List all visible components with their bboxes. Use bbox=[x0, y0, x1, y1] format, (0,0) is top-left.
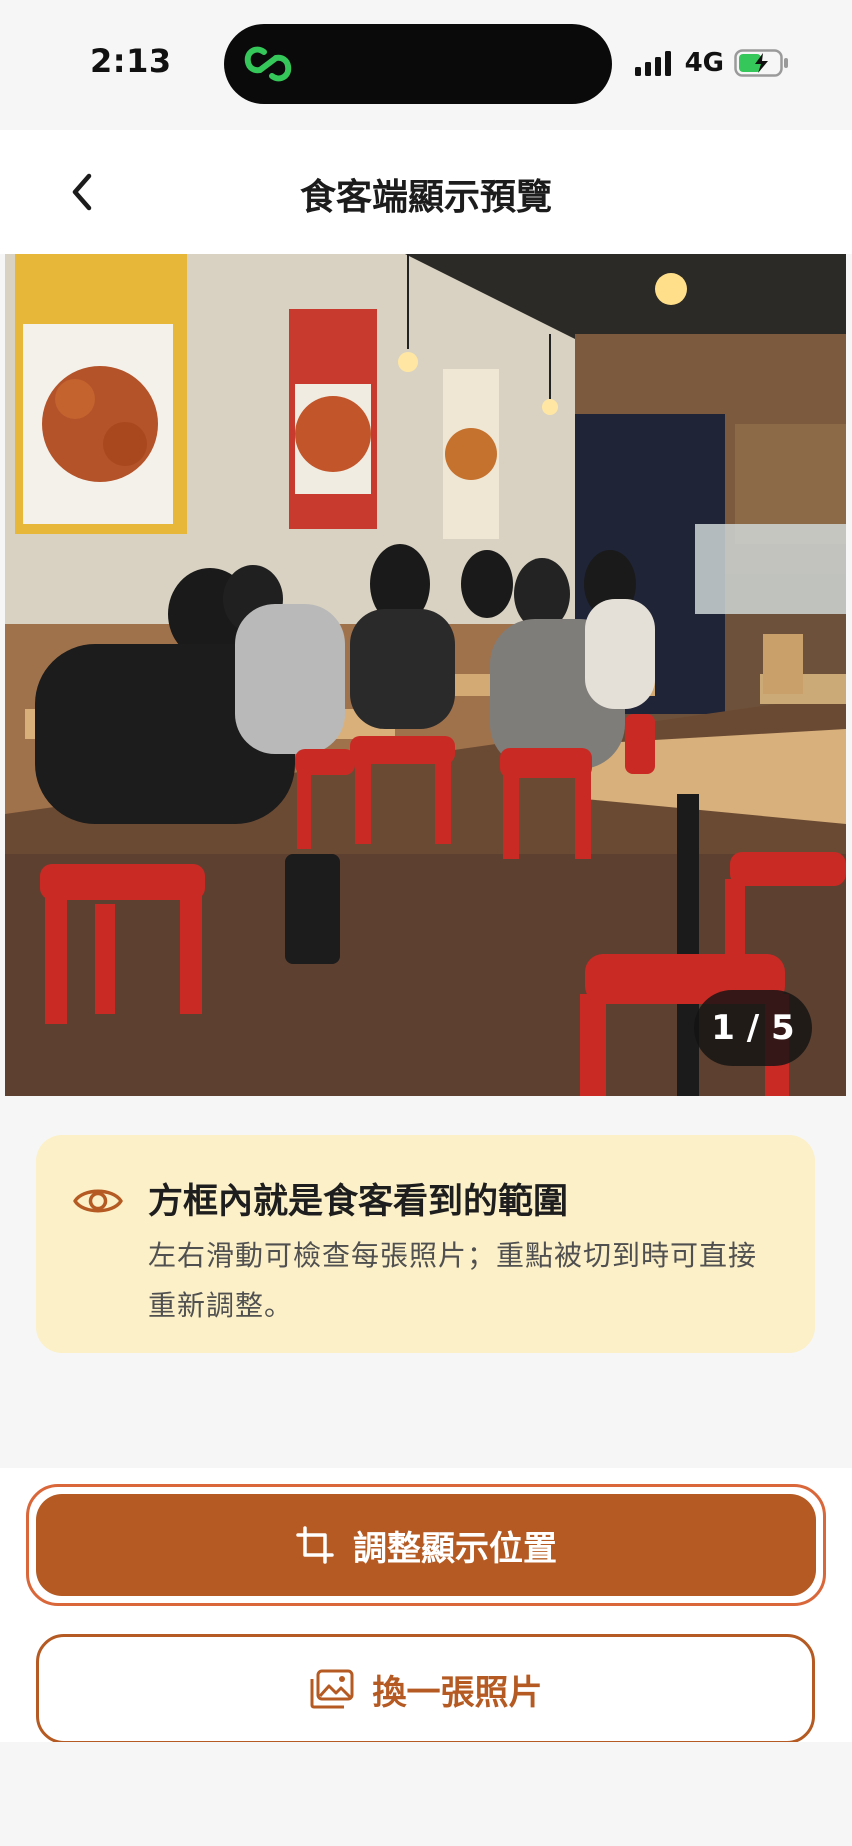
photo-preview[interactable]: 1 / 5 bbox=[5, 254, 846, 1096]
info-card-title: 方框內就是食客看到的範圍 bbox=[148, 1182, 569, 1222]
signal-strength-icon bbox=[634, 50, 671, 76]
bottom-action-area: 調整顯示位置 換一張照片 bbox=[0, 1468, 852, 1744]
status-bar: 2:13 4G bbox=[0, 0, 852, 130]
photo-page-indicator: 1 / 5 bbox=[694, 990, 812, 1066]
crop-icon bbox=[296, 1526, 334, 1564]
dynamic-island bbox=[224, 24, 612, 104]
image-icon bbox=[310, 1669, 353, 1709]
status-indicators: 4G bbox=[634, 48, 790, 78]
network-type: 4G bbox=[684, 48, 724, 78]
info-card: 方框內就是食客看到的範圍 左右滑動可檢查每張照片；重點被切到時可直接重新調整。 bbox=[36, 1135, 815, 1353]
status-time: 2:13 bbox=[90, 42, 172, 80]
header: 食客端顯示預覽 bbox=[0, 130, 852, 254]
adjust-display-position-button-face[interactable]: 調整顯示位置 bbox=[36, 1494, 816, 1596]
adjust-display-position-label: 調整顯示位置 bbox=[353, 1528, 557, 1569]
adjust-display-position-button[interactable]: 調整顯示位置 bbox=[26, 1484, 826, 1606]
info-card-body: 左右滑動可檢查每張照片；重點被切到時可直接重新調整。 bbox=[148, 1239, 758, 1322]
page-title: 食客端顯示預覽 bbox=[299, 177, 552, 218]
restaurant-photo bbox=[5, 254, 846, 1096]
replace-photo-button[interactable]: 換一張照片 bbox=[36, 1634, 815, 1744]
eye-icon bbox=[73, 1189, 123, 1213]
link-chain-icon bbox=[244, 46, 292, 82]
battery-charging-icon bbox=[734, 49, 788, 77]
replace-photo-label: 換一張照片 bbox=[372, 1672, 543, 1713]
home-indicator-area bbox=[0, 1742, 852, 1846]
